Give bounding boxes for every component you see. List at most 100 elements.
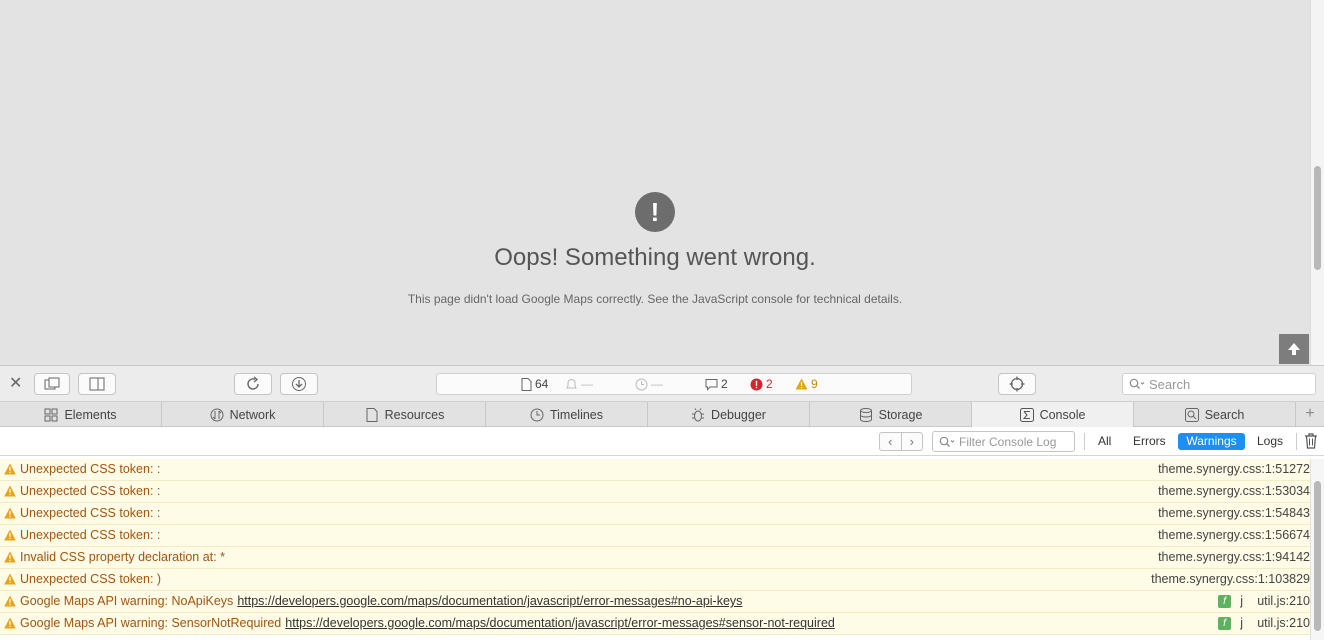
crosshair-icon <box>1009 376 1025 392</box>
search-icon <box>1129 378 1145 389</box>
function-icon: f <box>1218 595 1231 608</box>
search-tab-icon <box>1184 407 1199 422</box>
page-scrollbar[interactable] <box>1310 0 1324 365</box>
console-message[interactable]: Invalid CSS property declaration at: * t… <box>0 547 1310 569</box>
inspect-element-button[interactable] <box>998 373 1036 395</box>
console-message[interactable]: Unexpected CSS token: : theme.synergy.cs… <box>0 503 1310 525</box>
back-to-top-button[interactable] <box>1279 334 1309 364</box>
document-icon <box>521 377 532 391</box>
error-icon: ! <box>635 192 675 232</box>
console-message[interactable]: Google Maps API warning: NoApiKeys https:… <box>0 591 1310 613</box>
console-filter-bar: ‹ › Filter Console Log All Errors Warnin… <box>0 427 1324 456</box>
source-link[interactable]: theme.synergy.css:1:53034 <box>1158 481 1310 502</box>
page-viewport: ! Oops! Something went wrong. This page … <box>0 0 1324 365</box>
tab-network[interactable]: Network <box>162 402 324 427</box>
documentation-link[interactable]: https://developers.google.com/maps/docum… <box>237 594 742 608</box>
clock-icon <box>635 378 648 390</box>
documentation-link[interactable]: https://developers.google.com/maps/docum… <box>285 616 835 630</box>
message-text: Unexpected CSS token: : <box>20 462 161 476</box>
warning-icon <box>4 485 16 497</box>
function-icon: f <box>1218 617 1231 630</box>
load-time-summary[interactable]: — <box>635 377 663 391</box>
message-text: Unexpected CSS token: : <box>20 484 161 498</box>
tab-timelines[interactable]: Timelines <box>486 402 648 427</box>
function-name: j <box>1240 616 1243 630</box>
source-link[interactable]: util.js:210 <box>1257 613 1310 634</box>
source-link[interactable]: theme.synergy.css:1:103829 <box>1151 569 1310 590</box>
filter-placeholder: Filter Console Log <box>959 434 1057 449</box>
error-description: This page didn't load Google Maps correc… <box>407 292 903 306</box>
divider <box>1084 433 1085 450</box>
console-message[interactable]: Unexpected CSS token: : theme.synergy.cs… <box>0 459 1310 481</box>
warning-icon <box>4 617 16 629</box>
trash-icon[interactable] <box>1304 433 1318 449</box>
timelines-icon <box>530 408 544 422</box>
warning-icon <box>4 573 16 585</box>
logs-count[interactable]: 2 <box>705 377 728 391</box>
scope-all-button[interactable]: All <box>1092 433 1117 450</box>
message-text: Invalid CSS property declaration at: * <box>20 550 225 564</box>
message-text: Unexpected CSS token: : <box>20 528 161 542</box>
chevron-right-icon[interactable]: › <box>902 433 923 450</box>
tab-console[interactable]: Console <box>972 402 1134 427</box>
console-scrollbar[interactable] <box>1310 459 1324 640</box>
warning-icon <box>4 463 16 475</box>
chevron-left-icon[interactable]: ‹ <box>880 433 902 450</box>
windows-icon <box>44 377 60 390</box>
inspector-tab-bar: Elements Network Resources Timelines Deb… <box>0 402 1324 427</box>
page-scrollbar-thumb[interactable] <box>1314 166 1321 270</box>
download-button[interactable] <box>280 373 318 395</box>
resources-count[interactable]: 64 <box>521 377 548 391</box>
filter-console-input[interactable]: Filter Console Log <box>932 431 1075 452</box>
divider <box>1296 433 1297 450</box>
message-text: Google Maps API warning: NoApiKeys https:… <box>20 594 743 608</box>
add-tab-icon[interactable]: + <box>1296 402 1324 426</box>
download-icon <box>292 377 306 391</box>
inspector-search-input[interactable]: Search <box>1122 373 1316 395</box>
source-link[interactable]: theme.synergy.css:1:56674 <box>1158 525 1310 546</box>
warnings-count[interactable]: 9 <box>795 377 818 391</box>
dashboard[interactable]: 64 — — 2 2 9 <box>436 373 912 395</box>
storage-icon <box>859 407 873 422</box>
message-text: Unexpected CSS token: ) <box>20 572 162 586</box>
source-link[interactable]: util.js:210 <box>1257 591 1310 612</box>
errors-count[interactable]: 2 <box>750 377 773 391</box>
reload-button[interactable] <box>234 373 272 395</box>
debugger-icon <box>691 407 705 422</box>
scope-warnings-button[interactable]: Warnings <box>1178 433 1245 450</box>
network-icon <box>210 408 224 422</box>
console-scrollbar-thumb[interactable] <box>1314 481 1321 631</box>
close-inspector-icon[interactable]: ✕ <box>9 375 22 393</box>
source-link[interactable]: theme.synergy.css:1:94142 <box>1158 547 1310 568</box>
tab-storage[interactable]: Storage <box>810 402 972 427</box>
console-message[interactable]: Google Maps API warning: SensorNotRequir… <box>0 613 1310 635</box>
error-title: Oops! Something went wrong. <box>494 244 816 271</box>
network-summary[interactable]: — <box>565 377 593 391</box>
function-name: j <box>1240 594 1243 608</box>
console-icon <box>1019 407 1034 422</box>
elements-icon <box>44 408 58 422</box>
error-badge-icon <box>750 378 763 390</box>
speech-bubble-icon <box>705 378 718 391</box>
tab-elements[interactable]: Elements <box>0 402 162 427</box>
undock-button[interactable] <box>34 373 70 395</box>
arrow-up-icon <box>1288 343 1300 355</box>
dock-side-button[interactable] <box>78 373 116 395</box>
source-link[interactable]: theme.synergy.css:1:51272 <box>1158 459 1310 480</box>
scope-logs-button[interactable]: Logs <box>1251 433 1289 450</box>
search-placeholder: Search <box>1149 376 1191 392</box>
warning-icon <box>4 529 16 541</box>
message-text: Unexpected CSS token: : <box>20 506 161 520</box>
console-message[interactable]: Unexpected CSS token: : theme.synergy.cs… <box>0 525 1310 547</box>
tab-search[interactable]: Search <box>1134 402 1296 427</box>
source-link[interactable]: theme.synergy.css:1:54843 <box>1158 503 1310 524</box>
resources-icon <box>365 407 379 422</box>
tab-resources[interactable]: Resources <box>324 402 486 427</box>
console-message[interactable]: Unexpected CSS token: : theme.synergy.cs… <box>0 481 1310 503</box>
inspector-toolbar: ✕ 64 — — 2 2 9 Search <box>0 365 1324 402</box>
tab-debugger[interactable]: Debugger <box>648 402 810 427</box>
filter-search-icon <box>939 436 955 447</box>
message-text: Google Maps API warning: SensorNotRequir… <box>20 616 835 630</box>
scope-errors-button[interactable]: Errors <box>1127 433 1172 450</box>
console-message[interactable]: Unexpected CSS token: ) theme.synergy.cs… <box>0 569 1310 591</box>
